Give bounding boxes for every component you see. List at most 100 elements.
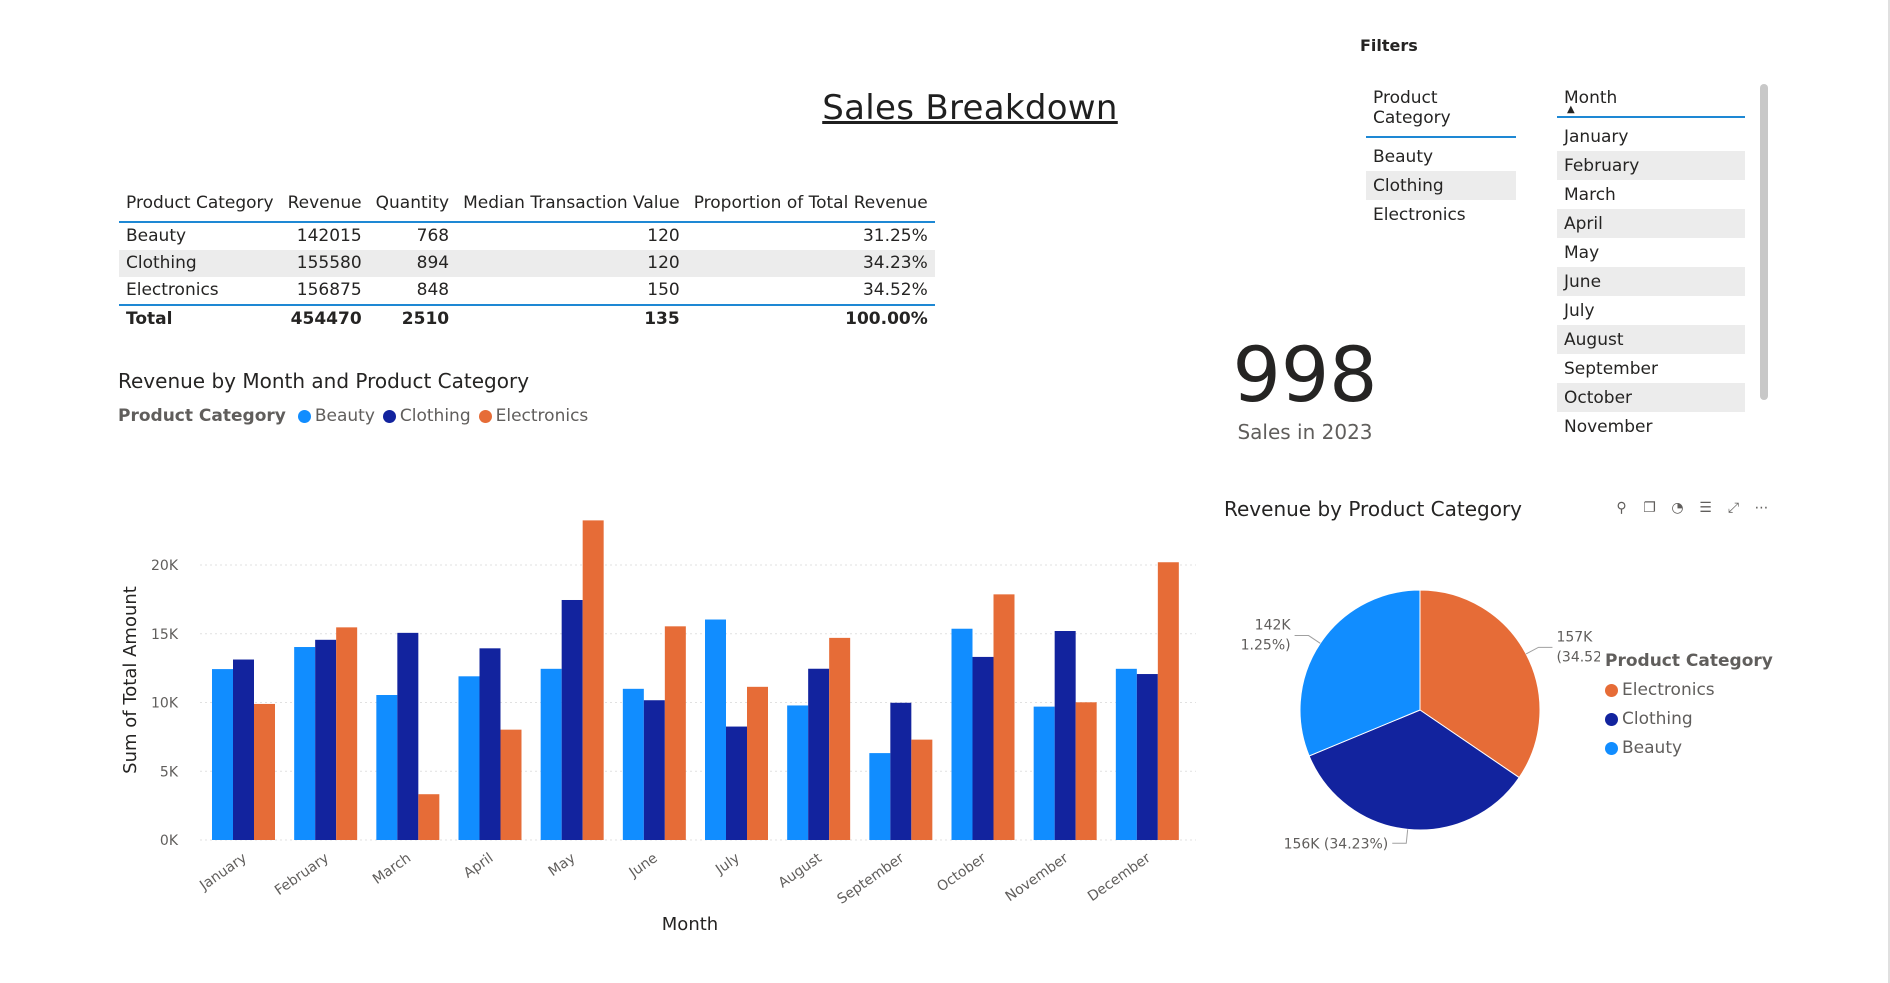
slicer-item-september[interactable]: September — [1557, 354, 1745, 383]
bar-clothing-december[interactable] — [1136, 674, 1158, 840]
column-header[interactable]: Product Category — [119, 193, 281, 223]
bar-clothing-november[interactable] — [1054, 631, 1076, 840]
pie-data-label: 157K — [1556, 629, 1593, 645]
slicer-item-october[interactable]: October — [1557, 383, 1745, 412]
bar-beauty-june[interactable] — [622, 688, 644, 840]
pin-icon[interactable]: ⚲ — [1614, 500, 1629, 516]
category-slicer: Product Category Beauty Clothing Electro… — [1366, 88, 1516, 229]
y-tick-label: 0K — [160, 833, 179, 849]
slicer-header: Month ▲ — [1557, 88, 1745, 118]
leader-line — [1525, 646, 1553, 655]
focus-mode-icon[interactable]: ⤢ — [1726, 500, 1741, 516]
legend-item-beauty[interactable]: Beauty — [297, 406, 375, 426]
bar-beauty-august[interactable] — [787, 705, 809, 840]
slicer-item-july[interactable]: July — [1557, 296, 1745, 325]
bar-clothing-january[interactable] — [233, 659, 254, 840]
legend-item-electronics[interactable]: Electronics — [1605, 680, 1765, 700]
table-header-row: Product Category Revenue Quantity Median… — [119, 193, 935, 223]
table-row[interactable]: Beauty 142015 768 120 31.25% — [119, 222, 935, 250]
slicer-item-may[interactable]: May — [1557, 238, 1745, 267]
y-axis-title: Sum of Total Amount — [120, 586, 141, 774]
column-header[interactable]: Proportion of Total Revenue — [686, 193, 935, 223]
bar-clothing-may[interactable] — [561, 599, 583, 840]
slicer-item-february[interactable]: February — [1557, 151, 1745, 180]
kpi-label: Sales in 2023 — [1237, 420, 1373, 444]
copy-icon[interactable]: ❐ — [1642, 500, 1657, 516]
bar-chart: 0K 5K 10K 15K 20K January February March April Ma… — [120, 520, 1196, 935]
slicer-item-march[interactable]: March — [1557, 180, 1745, 209]
pie-chart-legend: Product Category Electronics Clothing Be… — [1605, 651, 1773, 767]
bar-electronics-february[interactable] — [336, 627, 358, 840]
table-cell: 848 — [416, 280, 450, 300]
table-cell: 34.52% — [862, 280, 928, 300]
bar-electronics-july[interactable] — [747, 686, 768, 840]
pie-data-label: 156K (34.23%) — [1284, 836, 1389, 852]
bar-electronics-march[interactable] — [418, 794, 440, 840]
sort-ascending-icon[interactable]: ▲ — [1567, 105, 1575, 115]
slicer-item-november[interactable]: November — [1557, 412, 1745, 441]
bar-beauty-january[interactable] — [212, 669, 233, 840]
slicer-item-clothing[interactable]: Clothing — [1366, 171, 1516, 200]
x-tick-label: December — [1085, 850, 1154, 905]
bar-beauty-october[interactable] — [951, 628, 973, 840]
x-tick-label: May — [546, 850, 579, 880]
column-header[interactable]: Quantity — [368, 193, 457, 223]
legend-item-electronics[interactable]: Electronics — [478, 406, 589, 426]
y-tick-label: 20K — [151, 558, 179, 574]
bar-electronics-august[interactable] — [829, 637, 851, 840]
bar-clothing-august[interactable] — [808, 668, 830, 840]
filter-icon[interactable]: ☰ — [1698, 500, 1713, 516]
bar-beauty-march[interactable] — [376, 695, 398, 840]
legend-marker — [478, 409, 492, 423]
bar-electronics-january[interactable] — [254, 703, 275, 840]
bar-clothing-july[interactable] — [726, 726, 747, 840]
table-row[interactable]: Clothing 155580 894 120 34.23% — [119, 250, 935, 277]
legend-label: Electronics — [495, 406, 589, 426]
bar-beauty-april[interactable] — [458, 676, 480, 840]
bar-electronics-may[interactable] — [582, 520, 604, 840]
bar-electronics-december[interactable] — [1157, 562, 1179, 840]
bar-clothing-october[interactable] — [972, 656, 994, 840]
slicer-scrollbar[interactable] — [1760, 84, 1768, 400]
legend-item-beauty[interactable]: Beauty — [1605, 738, 1765, 758]
legend-marker — [1605, 741, 1618, 755]
bar-beauty-november[interactable] — [1033, 706, 1055, 840]
bar-clothing-march[interactable] — [397, 632, 419, 840]
table-cell: 454470 — [280, 304, 369, 333]
table-cell: 156875 — [296, 280, 362, 300]
x-tick-label: September — [835, 850, 908, 908]
more-options-icon[interactable]: ⋯ — [1754, 500, 1769, 516]
x-tick-label: February — [272, 850, 332, 899]
pie-chart-title: Revenue by Product Category — [1224, 497, 1522, 521]
legend-item-clothing[interactable]: Clothing — [1605, 709, 1765, 729]
bar-beauty-may[interactable] — [540, 668, 562, 840]
bar-electronics-november[interactable] — [1075, 702, 1097, 840]
bar-beauty-july[interactable] — [705, 619, 726, 840]
column-header[interactable]: Revenue — [280, 193, 369, 223]
slicer-item-electronics[interactable]: Electronics — [1366, 200, 1516, 229]
table-cell: 150 — [647, 280, 680, 300]
bar-beauty-february[interactable] — [294, 647, 316, 840]
legend-title: Product Category — [118, 406, 286, 426]
bar-beauty-december[interactable] — [1115, 668, 1137, 840]
bar-electronics-october[interactable] — [993, 594, 1015, 840]
bell-icon[interactable]: ◔ — [1670, 500, 1685, 516]
bar-beauty-september[interactable] — [869, 753, 891, 840]
bar-electronics-june[interactable] — [664, 626, 686, 840]
slicer-item-beauty[interactable]: Beauty — [1366, 142, 1516, 171]
table-row[interactable]: Electronics 156875 848 150 34.52% — [119, 277, 935, 305]
bar-electronics-april[interactable] — [500, 729, 522, 840]
bar-electronics-september[interactable] — [911, 739, 933, 840]
slicer-item-august[interactable]: August — [1557, 325, 1745, 354]
bar-clothing-february[interactable] — [315, 639, 337, 840]
bar-clothing-april[interactable] — [479, 648, 501, 840]
slicer-item-january[interactable]: January — [1557, 122, 1745, 151]
slicer-item-june[interactable]: June — [1557, 267, 1745, 296]
slicer-item-april[interactable]: April — [1557, 209, 1745, 238]
table-cell: 2510 — [368, 304, 457, 333]
bar-clothing-june[interactable] — [643, 700, 665, 840]
table-cell: 34.23% — [686, 250, 935, 277]
bar-clothing-september[interactable] — [890, 702, 912, 840]
column-header[interactable]: Median Transaction Value — [456, 193, 687, 223]
legend-item-clothing[interactable]: Clothing — [382, 406, 471, 426]
